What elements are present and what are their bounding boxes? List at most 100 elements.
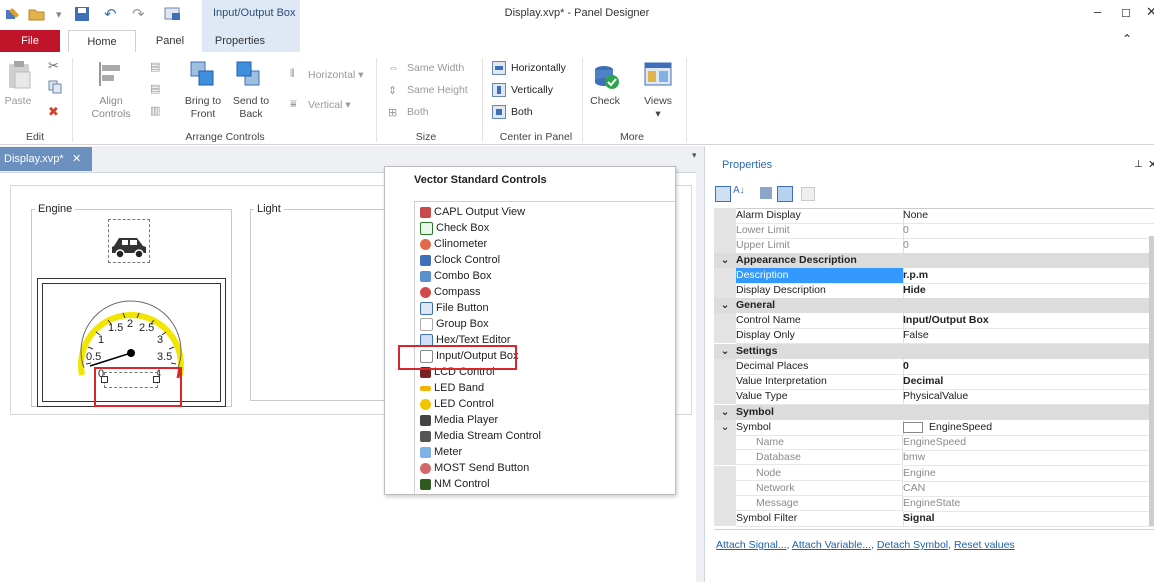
car-picture-control[interactable]: [108, 219, 150, 263]
toolbox-item-nm-control[interactable]: NM Control: [420, 476, 490, 492]
property-value[interactable]: r.p.m: [903, 268, 1154, 284]
same-height-button[interactable]: Same Height: [407, 84, 468, 97]
distribute-horizontal-button[interactable]: Horizontal ▾: [308, 69, 363, 82]
close-tab-icon[interactable]: ✕: [72, 147, 81, 171]
property-row[interactable]: Description r.p.m: [714, 268, 1154, 284]
maximize-button[interactable]: ☐: [1121, 7, 1131, 20]
property-value[interactable]: 0: [903, 223, 1154, 239]
sort-alpha-icon[interactable]: A↓: [733, 185, 745, 196]
attach-signal-link[interactable]: Attach Signal...: [716, 539, 787, 551]
property-row[interactable]: Network CAN: [714, 481, 1154, 497]
toolbox-item-media-stream-control[interactable]: Media Stream Control: [420, 428, 541, 444]
expand-chevron-icon[interactable]: ⌄: [714, 420, 736, 435]
same-size-button[interactable]: Both: [407, 106, 429, 119]
toolbox-item-led-band[interactable]: LED Band: [420, 380, 484, 396]
property-category[interactable]: ⌄ Symbol: [714, 405, 1154, 420]
expand-chevron-icon[interactable]: ⌄: [714, 253, 736, 268]
property-value[interactable]: False: [903, 328, 1154, 344]
property-value[interactable]: PhysicalValue: [903, 389, 1154, 405]
toolbox-item-compass[interactable]: Compass: [420, 284, 480, 300]
panel-splitter[interactable]: [696, 146, 704, 582]
property-value[interactable]: Engine: [903, 466, 1154, 482]
categorized-icon[interactable]: [715, 186, 731, 202]
distribute-vertical-button[interactable]: Vertical ▾: [308, 99, 351, 112]
properties-close-icon[interactable]: ✕: [1148, 158, 1154, 171]
property-value[interactable]: None: [903, 208, 1154, 224]
property-row[interactable]: Display Description Hide: [714, 283, 1154, 299]
toolbox-item-combo-box[interactable]: Combo Box: [420, 268, 491, 284]
tab-home[interactable]: Home: [68, 30, 136, 54]
property-value[interactable]: CAN: [903, 481, 1154, 497]
property-value[interactable]: Decimal: [903, 374, 1154, 390]
send-to-back-button[interactable]: Send to Back: [228, 95, 274, 121]
property-value[interactable]: 0: [903, 238, 1154, 254]
property-value[interactable]: Hide: [903, 283, 1154, 299]
events-icon[interactable]: [801, 187, 815, 201]
tab-file[interactable]: File: [0, 30, 60, 52]
property-row[interactable]: ⌄ Symbol EngineSpeed: [714, 420, 1154, 436]
property-category[interactable]: ⌄ General: [714, 298, 1154, 313]
tab-properties[interactable]: Properties: [205, 30, 275, 52]
toolbox-item-clock-control[interactable]: Clock Control: [420, 252, 500, 268]
toolbox-item-meter[interactable]: Meter: [420, 444, 462, 460]
properties-view-icon[interactable]: [777, 186, 793, 202]
property-row[interactable]: Display Only False: [714, 328, 1154, 344]
property-row[interactable]: Control Name Input/Output Box: [714, 313, 1154, 329]
center-both-button[interactable]: Both: [511, 106, 533, 119]
property-pages-icon[interactable]: [760, 187, 772, 199]
property-row[interactable]: Value Type PhysicalValue: [714, 389, 1154, 405]
toolbox-item-capl-output-view[interactable]: CAPL Output View: [420, 204, 525, 220]
toolbox-item-media-player[interactable]: Media Player: [420, 412, 498, 428]
property-value[interactable]: 0: [903, 359, 1154, 375]
pin-icon[interactable]: ⊥: [1134, 159, 1143, 170]
property-value[interactable]: Input/Output Box: [903, 313, 1154, 329]
property-row[interactable]: Decimal Places 0: [714, 359, 1154, 375]
property-value[interactable]: EngineSpeed: [903, 435, 1154, 451]
property-row[interactable]: Name EngineSpeed: [714, 435, 1154, 451]
views-button[interactable]: Views ▾: [638, 95, 678, 121]
expand-chevron-icon[interactable]: ⌄: [714, 298, 736, 313]
property-row[interactable]: Lower Limit 0: [714, 223, 1154, 239]
expand-chevron-icon[interactable]: ⌄: [714, 405, 736, 420]
align-center-icon[interactable]: ▤: [150, 82, 160, 95]
toolbox-item-led-control[interactable]: LED Control: [420, 396, 494, 412]
close-button[interactable]: ✕: [1146, 4, 1154, 20]
document-tab[interactable]: Display.xvp* ✕: [0, 147, 92, 171]
paste-button[interactable]: Paste: [0, 95, 36, 108]
property-value[interactable]: bmw: [903, 450, 1154, 466]
property-category[interactable]: ⌄ Appearance Description: [714, 253, 1154, 268]
property-row[interactable]: Database bmw: [714, 450, 1154, 466]
expand-chevron-icon[interactable]: ⌄: [714, 344, 736, 359]
check-button[interactable]: Check: [584, 95, 626, 108]
center-horizontally-button[interactable]: Horizontally: [511, 62, 566, 75]
property-row[interactable]: Node Engine: [714, 466, 1154, 482]
collapse-ribbon-icon[interactable]: ⌃: [1122, 32, 1132, 46]
property-value[interactable]: EngineState: [903, 496, 1154, 512]
toolbox-item-file-button[interactable]: File Button: [420, 300, 489, 316]
bring-to-front-button[interactable]: Bring to Front: [180, 95, 226, 121]
property-value[interactable]: Signal: [903, 511, 1154, 527]
property-grid-scrollbar[interactable]: [1149, 236, 1154, 526]
property-row[interactable]: Value Interpretation Decimal: [714, 374, 1154, 390]
toolbox-item-group-box[interactable]: Group Box: [420, 316, 489, 332]
property-row[interactable]: Message EngineState: [714, 496, 1154, 512]
property-row[interactable]: Symbol Filter Signal: [714, 511, 1154, 527]
tab-panel[interactable]: Panel: [144, 30, 196, 52]
reset-values-link[interactable]: Reset values: [954, 539, 1015, 551]
property-category[interactable]: ⌄ Settings: [714, 344, 1154, 359]
toolbox-item-clinometer[interactable]: Clinometer: [420, 236, 487, 252]
property-value[interactable]: EngineSpeed: [903, 420, 1154, 436]
attach-variable-link[interactable]: Attach Variable...: [792, 539, 871, 551]
minimize-button[interactable]: –: [1094, 4, 1101, 19]
align-controls-button[interactable]: Align Controls: [82, 95, 140, 121]
property-row[interactable]: Upper Limit 0: [714, 238, 1154, 254]
same-width-button[interactable]: Same Width: [407, 62, 464, 75]
property-row[interactable]: Alarm Display None: [714, 208, 1154, 224]
detach-symbol-link[interactable]: Detach Symbol: [877, 539, 948, 551]
align-left-icon[interactable]: ▤: [150, 60, 160, 73]
cut-icon[interactable]: ✂: [48, 58, 59, 74]
copy-icon[interactable]: [48, 80, 62, 97]
align-top-icon[interactable]: ▥: [150, 104, 160, 117]
center-vertically-button[interactable]: Vertically: [511, 84, 553, 97]
toolbox-item-check-box[interactable]: Check Box: [420, 220, 489, 236]
